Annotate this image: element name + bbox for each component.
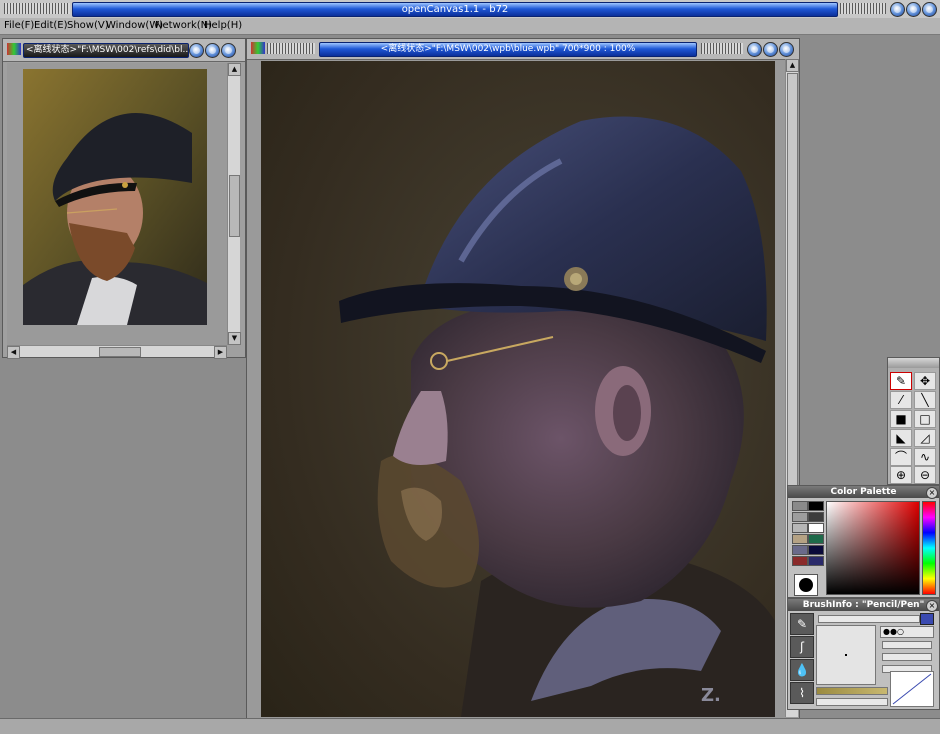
reference-window-titlebar: <离线状态>"F:\MSW\002\refs\did\bl... xyxy=(3,39,245,62)
reference-vscroll-thumb[interactable] xyxy=(229,175,240,237)
canvas-maximize-button[interactable] xyxy=(763,42,778,57)
brush-preview xyxy=(816,625,876,685)
hue-slider[interactable] xyxy=(922,501,936,595)
curve-tool-icon[interactable]: ⌒ xyxy=(890,448,912,466)
brush-shape-selector[interactable]: ●●○ xyxy=(880,626,934,638)
ref-maximize-button[interactable] xyxy=(205,43,220,58)
app-title-bar: openCanvas1.1 - b72 xyxy=(0,0,940,19)
reference-hscrollbar[interactable]: ◀ ▶ xyxy=(7,345,227,359)
scroll-left-arrow[interactable]: ◀ xyxy=(7,346,20,359)
reference-vscrollbar[interactable]: ▲ ▼ xyxy=(227,63,241,345)
fill-rect-tool-icon[interactable]: ■ xyxy=(890,410,912,428)
fill-lasso-tool-icon[interactable]: ◣ xyxy=(890,429,912,447)
menu-show[interactable]: Show(V) xyxy=(67,20,109,31)
zoom-out-icon[interactable]: ⊖ xyxy=(914,466,936,484)
airbrush-icon[interactable]: ⌇ xyxy=(790,682,814,704)
title-grip xyxy=(4,3,70,14)
reference-painting xyxy=(23,69,207,325)
menu-file[interactable]: File(F) xyxy=(4,20,34,31)
current-color-dot xyxy=(799,578,813,592)
pen-brush-icon[interactable]: ✎ xyxy=(790,613,814,635)
line-tool-icon[interactable]: ╲ xyxy=(914,391,936,409)
reference-hscroll-thumb[interactable] xyxy=(99,347,141,357)
canvas-scroll-up[interactable]: ▲ xyxy=(786,59,799,72)
ref-close-button[interactable] xyxy=(221,43,236,58)
app-title: openCanvas1.1 - b72 xyxy=(72,2,838,17)
menu-bar: File(F) Edit(E) Show(V) Window(W) Networ… xyxy=(0,18,940,35)
color-swatch[interactable] xyxy=(808,534,824,544)
status-bar xyxy=(0,718,940,734)
title-grip-right xyxy=(840,3,886,14)
color-swatch[interactable] xyxy=(792,523,808,533)
color-swatch[interactable] xyxy=(808,512,824,522)
brush-info-title: BrushInfo : "Pencil/Pen" xyxy=(788,599,939,611)
canvas-window-title: <离线状态>"F:\MSW\002\wpb\blue.wpb" 700*900 … xyxy=(319,42,697,57)
brush-density-slider[interactable] xyxy=(882,653,932,661)
canvas-painting: Z. xyxy=(261,61,775,717)
app-logo-icon xyxy=(7,43,21,55)
scroll-right-arrow[interactable]: ▶ xyxy=(214,346,227,359)
canvas-title-grip xyxy=(267,43,315,54)
canvas-minimize-button[interactable] xyxy=(747,42,762,57)
ref-minimize-button[interactable] xyxy=(189,43,204,58)
canvas-window: <离线状态>"F:\MSW\002\wpb\blue.wpb" 700*900 … xyxy=(246,38,800,720)
reference-window: <离线状态>"F:\MSW\002\refs\did\bl... ▲ ▼ ◀ ▶ xyxy=(2,38,246,359)
save-icon[interactable] xyxy=(920,613,934,625)
color-palette-title: Color Palette xyxy=(788,486,939,498)
current-color-well[interactable] xyxy=(794,574,818,596)
brush-info-close-button[interactable]: × xyxy=(926,600,938,612)
brush-size-slider[interactable] xyxy=(818,615,920,623)
reference-window-title: <离线状态>"F:\MSW\002\refs\did\bl... xyxy=(23,43,189,58)
scroll-down-arrow[interactable]: ▼ xyxy=(228,332,241,345)
brush-opacity-slider[interactable] xyxy=(882,641,932,649)
pressure-curve-graph[interactable] xyxy=(890,671,934,707)
bezier-tool-icon[interactable]: ∿ xyxy=(914,448,936,466)
close-button[interactable] xyxy=(922,2,937,17)
tool-palette: ✎ ✥ ⁄ ╲ ■ □ ◣ ◿ ⌒ ∿ ⊕ ⊖ xyxy=(887,357,940,485)
color-swatch[interactable] xyxy=(808,556,824,566)
color-palette-close-button[interactable]: × xyxy=(926,487,938,499)
color-swatch[interactable] xyxy=(792,545,808,555)
zoom-in-icon[interactable]: ⊕ xyxy=(890,466,912,484)
brush-tip-dot xyxy=(845,654,847,656)
swatch-grid xyxy=(792,501,826,571)
brush-hardness-slider[interactable] xyxy=(816,698,888,706)
color-swatch[interactable] xyxy=(808,501,824,511)
lasso-tool-icon[interactable]: ◿ xyxy=(914,429,936,447)
color-swatch[interactable] xyxy=(792,512,808,522)
water-drop-icon[interactable]: 💧 xyxy=(790,659,814,681)
canvas-logo-icon xyxy=(251,42,265,54)
move-tool-icon[interactable]: ✥ xyxy=(914,372,936,390)
scroll-up-arrow[interactable]: ▲ xyxy=(228,63,241,76)
brush-info-window: BrushInfo : "Pencil/Pen" × ✎ ʃ 💧 ⌇ ●●○ xyxy=(787,598,940,710)
color-swatch[interactable] xyxy=(808,523,824,533)
color-swatch[interactable] xyxy=(808,545,824,555)
minimize-button[interactable] xyxy=(890,2,905,17)
rect-tool-icon[interactable]: □ xyxy=(914,410,936,428)
canvas-window-titlebar: <离线状态>"F:\MSW\002\wpb\blue.wpb" 700*900 … xyxy=(247,39,799,60)
canvas-title-grip-right xyxy=(701,43,743,54)
canvas-close-button[interactable] xyxy=(779,42,794,57)
color-swatch[interactable] xyxy=(792,501,808,511)
menu-help[interactable]: Help(H) xyxy=(204,20,242,31)
color-palette-window: Color Palette × xyxy=(787,485,940,598)
brush-pressure-slider[interactable] xyxy=(816,687,888,695)
brush-icon[interactable]: ʃ xyxy=(790,636,814,658)
painting-canvas[interactable]: Z. xyxy=(261,61,775,717)
tool-palette-titlebar xyxy=(888,358,939,368)
reference-viewport xyxy=(7,63,227,345)
pencil-tool-icon[interactable]: ✎ xyxy=(890,372,912,390)
maximize-button[interactable] xyxy=(906,2,921,17)
signature-mark: Z. xyxy=(701,685,721,706)
color-swatch[interactable] xyxy=(792,534,808,544)
color-swatch[interactable] xyxy=(792,556,808,566)
dropper-tool-icon[interactable]: ⁄ xyxy=(890,391,912,409)
saturation-value-picker[interactable] xyxy=(826,501,920,595)
menu-edit[interactable]: Edit(E) xyxy=(34,20,68,31)
